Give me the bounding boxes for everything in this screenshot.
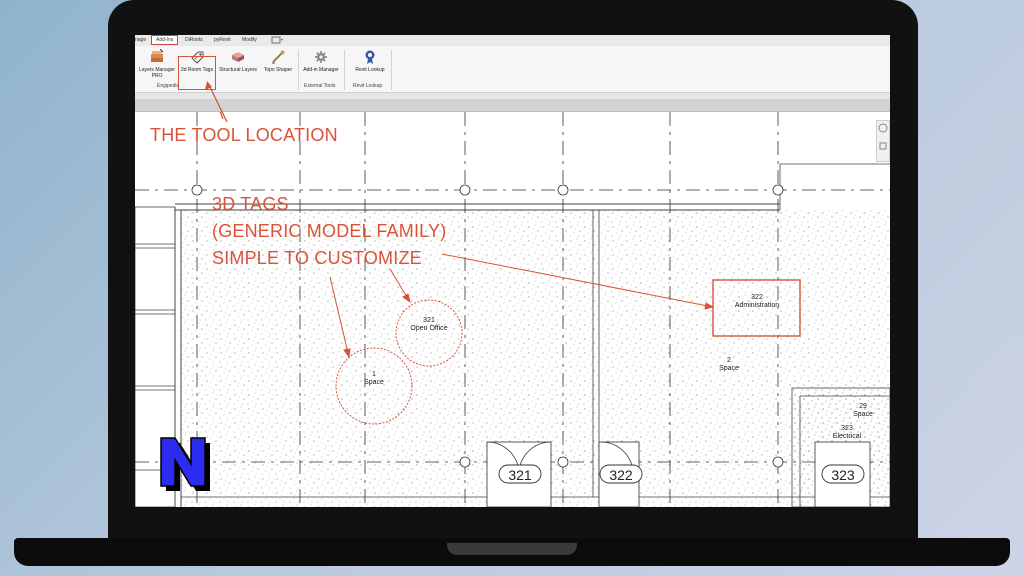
logo-n-icon xyxy=(160,437,210,491)
revit-window: nage Add-Ins DiRoots pyRevit Modify Laye… xyxy=(135,35,890,507)
tool-location-arrow xyxy=(205,81,228,123)
laptop-notch xyxy=(447,543,577,555)
